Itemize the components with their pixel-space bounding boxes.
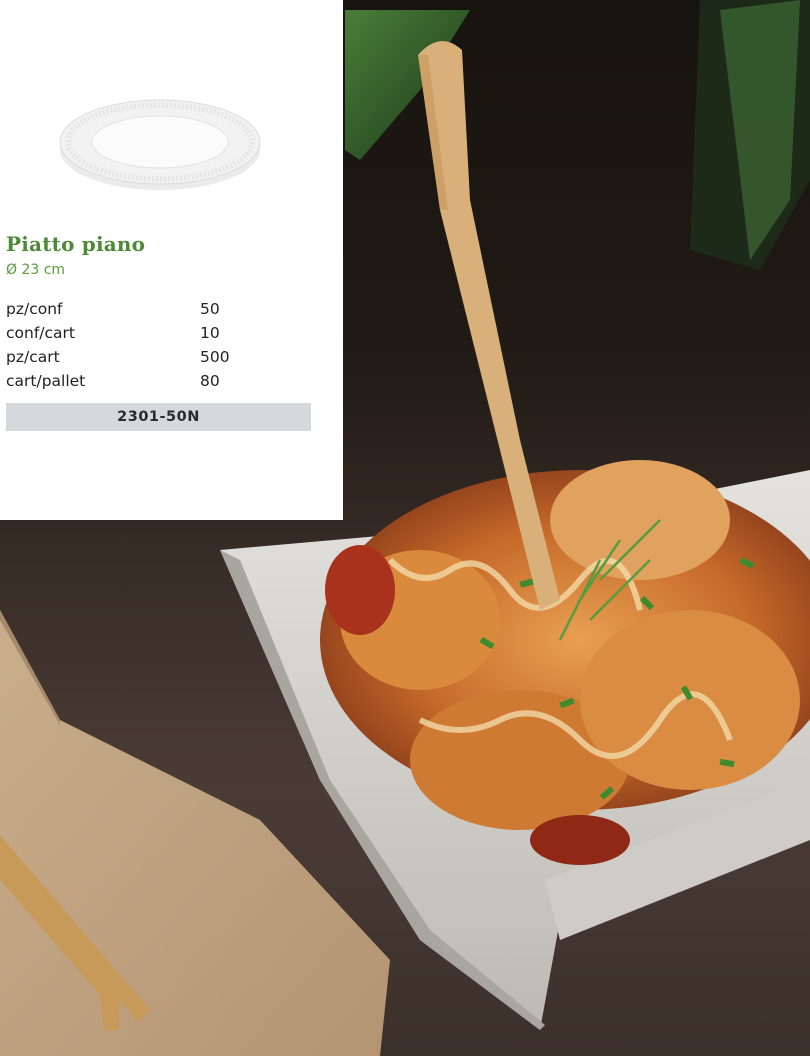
spec-value: 80 <box>200 372 220 390</box>
product-code: 2301-50N <box>6 403 311 431</box>
spec-label: cart/pallet <box>6 372 86 390</box>
spec-label: conf/cart <box>6 324 75 342</box>
spec-row: pz/conf 50 <box>6 297 306 321</box>
spec-label: pz/conf <box>6 300 63 318</box>
spec-row: conf/cart 10 <box>6 321 306 345</box>
spec-row: pz/cart 500 <box>6 345 306 369</box>
product-size: Ø 23 cm <box>6 262 66 278</box>
spec-value: 10 <box>200 324 220 342</box>
spec-value: 50 <box>200 300 220 318</box>
product-card: Piatto piano Ø 23 cm pz/conf 50 conf/car… <box>0 0 343 520</box>
spec-table: pz/conf 50 conf/cart 10 pz/cart 500 cart… <box>6 297 306 393</box>
spec-row: cart/pallet 80 <box>6 369 306 393</box>
spec-label: pz/cart <box>6 348 60 366</box>
product-title: Piatto piano <box>6 232 146 256</box>
plate-image <box>59 99 261 190</box>
spec-value: 500 <box>200 348 230 366</box>
